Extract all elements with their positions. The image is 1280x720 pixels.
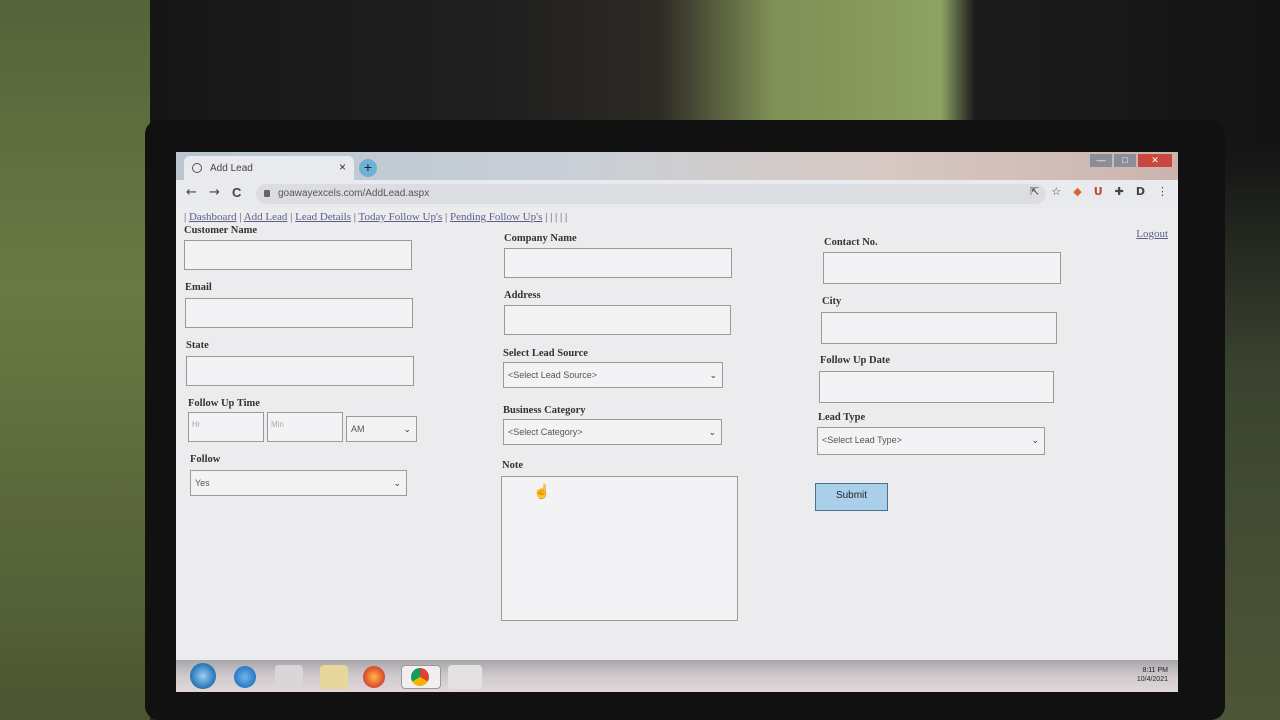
follow-up-time-label: Follow Up Time [188, 398, 260, 409]
chrome-icon [411, 668, 429, 686]
top-menu: | Dashboard | Add Lead | Lead Details | … [184, 211, 568, 223]
lead-source-select[interactable]: <Select Lead Source> ⌄ [503, 362, 723, 388]
ampm-select[interactable]: AM ⌄ [346, 416, 417, 442]
lead-source-value: <Select Lead Source> [508, 370, 598, 380]
menu-today-follow-ups-link[interactable]: Today Follow Up's [359, 211, 443, 223]
note-label: Note [502, 460, 523, 471]
menu-pending-follow-ups-link[interactable]: Pending Follow Up's [450, 211, 542, 223]
contact-no-input[interactable] [823, 252, 1061, 284]
tab-title: Add Lead [210, 162, 253, 174]
follow-up-date-input[interactable] [819, 371, 1054, 403]
company-name-input[interactable] [504, 248, 732, 278]
browser-toolbar-icons: ⇱ ☆ ◆ U ✚ D ⋮ [1030, 185, 1168, 198]
internet-explorer-icon[interactable] [234, 666, 256, 688]
bookmark-star-icon[interactable]: ☆ [1051, 185, 1061, 198]
follow-up-date-label: Follow Up Date [820, 355, 890, 366]
state-input[interactable] [186, 356, 414, 386]
minute-placeholder: Min [271, 420, 284, 429]
browser-menu-icon[interactable]: ⋮ [1157, 185, 1168, 198]
browser-tab[interactable]: Add Lead × [184, 156, 354, 180]
menu-add-lead-link[interactable]: Add Lead [244, 211, 288, 223]
state-label: State [186, 340, 209, 351]
minimize-button[interactable]: — [1090, 154, 1112, 167]
follow-label: Follow [190, 454, 221, 465]
windows-taskbar: 8:11 PM 10/4/2021 [176, 660, 1178, 692]
tray-time: 8:11 PM [1142, 667, 1168, 674]
lock-icon [264, 190, 270, 197]
business-category-select[interactable]: <Select Category> ⌄ [503, 419, 722, 445]
address-label: Address [504, 290, 541, 301]
lead-type-value: <Select Lead Type> [822, 435, 902, 445]
reload-button[interactable]: C [232, 185, 241, 200]
business-category-value: <Select Category> [508, 427, 583, 437]
menu-separator: | [184, 211, 187, 223]
menu-lead-details-link[interactable]: Lead Details [295, 211, 351, 223]
city-input[interactable] [821, 312, 1057, 344]
lead-type-label: Lead Type [818, 412, 866, 423]
file-explorer-icon[interactable] [320, 665, 348, 689]
chevron-down-icon: ⌄ [393, 478, 401, 488]
address-url: goawayexcels.com/AddLead.aspx [278, 188, 430, 199]
follow-select[interactable]: Yes ⌄ [190, 470, 407, 496]
maximize-button[interactable]: □ [1114, 154, 1136, 167]
lead-source-label: Select Lead Source [503, 348, 588, 359]
chevron-down-icon: ⌄ [708, 427, 716, 437]
chevron-down-icon: ⌄ [709, 370, 717, 380]
menu-dashboard-link[interactable]: Dashboard [189, 211, 237, 223]
monitor-screen: Add Lead × + — □ ✕ ← → C goawayexcels.co… [176, 152, 1178, 692]
background-wall-left [0, 0, 150, 720]
tab-close-icon[interactable]: × [339, 160, 346, 174]
browser-nav-bar: ← → C goawayexcels.com/AddLead.aspx ⇱ ☆ … [176, 180, 1178, 208]
start-button[interactable] [190, 663, 216, 689]
company-name-label: Company Name [504, 233, 577, 244]
address-input[interactable] [504, 305, 731, 335]
chevron-down-icon: ⌄ [1031, 435, 1039, 445]
hour-input[interactable]: Hr [188, 412, 264, 442]
globe-icon [192, 163, 202, 173]
system-tray-clock[interactable]: 8:11 PM 10/4/2021 [1137, 666, 1168, 684]
browser-tab-bar: Add Lead × + — □ ✕ [176, 152, 1178, 180]
new-tab-button[interactable]: + [359, 159, 377, 177]
lead-type-select[interactable]: <Select Lead Type> ⌄ [817, 427, 1045, 455]
customer-name-label: Customer Name [184, 225, 257, 236]
email-input[interactable] [185, 298, 413, 328]
contact-no-label: Contact No. [824, 237, 878, 248]
add-lead-page: | Dashboard | Add Lead | Lead Details | … [176, 208, 1178, 668]
address-bar[interactable]: goawayexcels.com/AddLead.aspx [256, 184, 1046, 204]
tray-date: 10/4/2021 [1136, 676, 1168, 683]
extension-u-icon[interactable]: U [1094, 185, 1103, 198]
chrome-taskbar-button[interactable] [401, 665, 441, 689]
hour-placeholder: Hr [192, 420, 201, 429]
sticky-notes-icon[interactable] [448, 665, 482, 689]
window-controls: — □ ✕ [1090, 154, 1172, 167]
menu-trailing-separators: | | | | | [545, 211, 568, 223]
business-category-label: Business Category [503, 405, 586, 416]
email-label: Email [185, 282, 212, 293]
firefox-icon[interactable] [363, 666, 385, 688]
minute-input[interactable]: Min [267, 412, 343, 442]
customer-name-input[interactable] [184, 240, 412, 270]
logout-link[interactable]: Logout [1136, 228, 1168, 240]
hand-cursor-icon: ☝ [533, 485, 551, 500]
back-button[interactable]: ← [186, 185, 197, 200]
extensions-puzzle-icon[interactable]: ✚ [1115, 185, 1124, 198]
window-close-button[interactable]: ✕ [1138, 154, 1172, 167]
extension-d-icon[interactable]: D [1136, 185, 1145, 198]
submit-button[interactable]: Submit [815, 483, 888, 511]
city-label: City [822, 296, 842, 307]
follow-value: Yes [195, 478, 210, 488]
chevron-down-icon: ⌄ [403, 424, 411, 434]
share-icon[interactable]: ⇱ [1030, 185, 1039, 198]
forward-button[interactable]: → [209, 185, 220, 200]
extension-fox-icon[interactable]: ◆ [1073, 185, 1081, 198]
ampm-value: AM [351, 424, 365, 434]
media-player-icon[interactable] [275, 665, 303, 689]
